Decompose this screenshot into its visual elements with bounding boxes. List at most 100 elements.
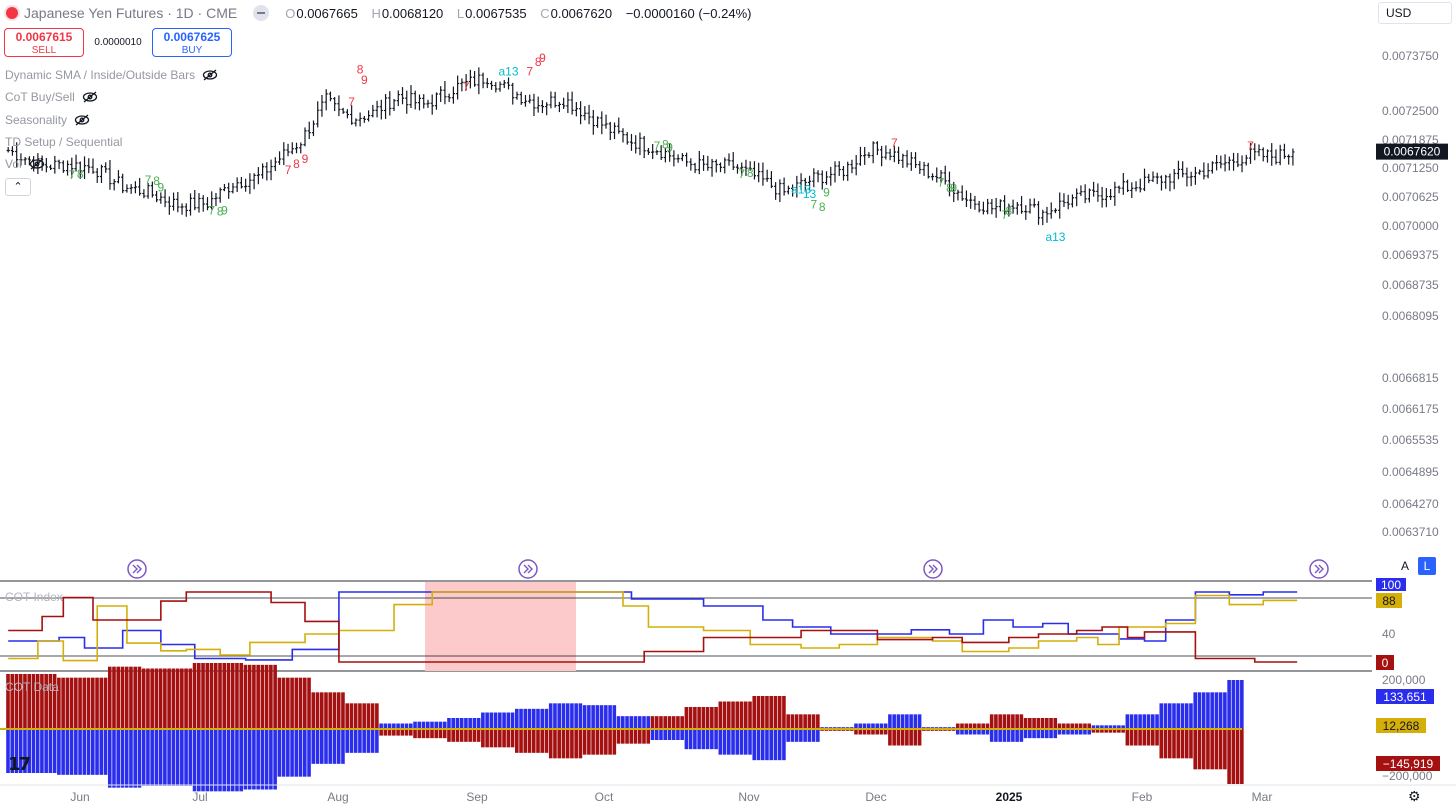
- cot-bar-blue: [124, 729, 129, 788]
- cot-bar-blue: [582, 705, 587, 729]
- cot-bar-red: [1138, 729, 1142, 746]
- ohlc-bar: [888, 148, 892, 161]
- cot-bar-blue: [769, 729, 773, 761]
- ohlc-bar: [87, 158, 91, 174]
- ohlc-bar: [697, 150, 701, 175]
- tradingview-logo[interactable]: 17: [8, 754, 31, 775]
- cot-bar-red: [1015, 714, 1019, 729]
- ohlc-bar: [875, 141, 879, 156]
- ohlc-bar: [863, 147, 867, 165]
- cot-bar-red: [481, 729, 485, 748]
- ohlc-bar: [133, 181, 137, 194]
- cot-bar-blue: [621, 716, 625, 729]
- cot-bar-blue: [319, 729, 324, 764]
- auto-scale-button[interactable]: A: [1396, 557, 1414, 575]
- cot-bar-blue: [714, 729, 718, 750]
- cot-bar-blue: [765, 729, 769, 761]
- cot-bar-red: [1146, 729, 1151, 746]
- ohlc-bar: [718, 162, 723, 173]
- indicator-td-setup[interactable]: TD Setup / Sequential: [5, 135, 122, 149]
- cot-bar-red: [1206, 729, 1210, 770]
- cot-bar-blue: [205, 729, 210, 792]
- cot-data-title: COT Data: [5, 680, 59, 694]
- log-scale-button[interactable]: L: [1418, 557, 1436, 575]
- cot-bar-blue: [150, 729, 154, 786]
- ohlc-bar: [710, 158, 714, 177]
- collapse-legend-icon[interactable]: [253, 5, 270, 21]
- td-count-label: 7: [463, 80, 470, 94]
- cot-bar-blue: [1151, 714, 1155, 729]
- cot-bar-blue: [171, 729, 176, 786]
- ohlc-bar: [1219, 155, 1223, 169]
- ohlc-bar: [413, 90, 417, 110]
- ohlc-bar: [396, 90, 400, 107]
- cot-bar-red: [442, 729, 447, 739]
- price-tick-label: 0.0064270: [1382, 497, 1439, 511]
- cot-bar-red: [752, 696, 757, 729]
- ohlc-bar: [867, 152, 871, 159]
- symbol-title[interactable]: Japanese Yen Futures · 1D · CME: [24, 5, 237, 21]
- indicator-seasonality[interactable]: Seasonality: [5, 113, 90, 127]
- time-tick-label: Mar: [1252, 790, 1273, 804]
- eye-hidden-icon[interactable]: [74, 114, 90, 126]
- ohlc-bar: [676, 154, 680, 163]
- cot-bar-red: [167, 668, 171, 729]
- cot-bar-blue: [892, 714, 896, 729]
- eye-hidden-icon[interactable]: [82, 91, 98, 103]
- cot-bar-blue: [154, 729, 159, 786]
- cot-bar-blue: [1138, 714, 1142, 729]
- ohlc-bar: [1125, 179, 1130, 193]
- ohlc-bar: [930, 173, 935, 181]
- cot-bar-red: [243, 664, 248, 729]
- cot-bar-red: [790, 714, 795, 729]
- price-tick-label: 0.0070625: [1382, 190, 1439, 204]
- indicator-dynamic-sma[interactable]: Dynamic SMA / Inside/Outside Bars: [5, 68, 218, 82]
- cot-bar-blue: [425, 721, 430, 729]
- eye-hidden-icon[interactable]: [29, 158, 45, 170]
- cot-bar-blue: [57, 729, 61, 775]
- ohlc-bar: [901, 153, 905, 168]
- ohlc-bar: [1236, 153, 1240, 168]
- cot-bar-blue: [476, 718, 481, 729]
- indicator-vol[interactable]: Vol: [5, 157, 45, 171]
- cot-bar-red: [616, 729, 621, 744]
- cot-bar-red: [1045, 718, 1049, 729]
- cot-gold-value: 88: [1382, 594, 1396, 608]
- cot-bar-blue: [1218, 692, 1223, 729]
- price-tick-label: 0.0070000: [1382, 219, 1439, 233]
- cot-bar-blue: [307, 729, 311, 777]
- settings-gear-icon[interactable]: ⚙: [1408, 788, 1421, 805]
- ohlc-bar: [430, 94, 434, 115]
- chart-canvas[interactable]: 0.00737500.00725000.00718750.00712500.00…: [0, 0, 1456, 807]
- cot-bar-red: [1028, 718, 1032, 729]
- buy-button[interactable]: 0.0067625 BUY: [152, 28, 232, 57]
- cot-bar-red: [307, 677, 311, 729]
- ohlc-bar: [812, 168, 816, 188]
- cot-bar-blue: [659, 729, 663, 740]
- td-count-label: 7: [285, 163, 292, 177]
- cot-bar-blue: [561, 703, 566, 729]
- currency-select[interactable]: USD: [1378, 2, 1452, 24]
- indicator-cot-buy-sell[interactable]: CoT Buy/Sell: [5, 90, 98, 104]
- price-tick-label: 0.0068735: [1382, 278, 1439, 292]
- sell-button[interactable]: 0.0067615 SELL: [4, 28, 84, 57]
- cot-bar-red: [998, 714, 1002, 729]
- cot-bar-red: [515, 729, 519, 753]
- ohlc-bar: [854, 155, 858, 176]
- cot-bar-blue: [40, 729, 44, 773]
- cot-bar-blue: [107, 729, 112, 788]
- cot-bar-blue: [362, 729, 366, 753]
- cot-bar-blue: [218, 729, 222, 792]
- eye-hidden-icon[interactable]: [202, 69, 218, 81]
- ohlc-bar: [701, 155, 706, 171]
- cot-bar-red: [739, 701, 744, 729]
- ohlc-bar: [290, 142, 294, 155]
- ohlc-bar: [600, 111, 604, 135]
- sell-price: 0.0067615: [15, 30, 73, 44]
- cot-bar-red: [137, 666, 142, 729]
- cot-bar-red: [1201, 729, 1206, 770]
- cot-bar-red: [366, 703, 371, 729]
- cot-bar-red: [892, 729, 896, 746]
- ohlc-bar: [562, 97, 566, 109]
- collapse-indicators-button[interactable]: ⌃: [5, 178, 31, 196]
